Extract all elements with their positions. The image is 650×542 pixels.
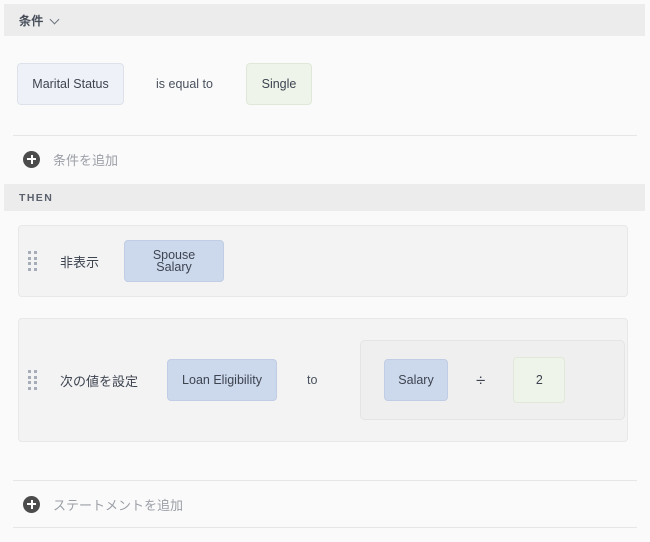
divider-below-add-statement: [13, 527, 637, 528]
plus-circle-icon: [23, 495, 40, 513]
division-operator-icon[interactable]: ÷: [476, 372, 485, 389]
add-statement-label: ステートメントを追加: [53, 497, 184, 513]
formula-box[interactable]: Salary ÷ 2: [360, 340, 625, 420]
rule-builder: 条件 Marital Status is equal to Single 条件を…: [0, 0, 650, 542]
add-condition-label: 条件を追加: [53, 152, 119, 168]
then-section-header: THEN: [4, 184, 645, 211]
then-section-title: THEN: [19, 191, 54, 204]
statement-action-label: 次の値を設定: [60, 373, 139, 389]
drag-handle-icon[interactable]: [28, 370, 38, 390]
add-statement-button[interactable]: ステートメントを追加: [0, 481, 650, 527]
statement-target-chip[interactable]: Loan Eligibility: [167, 359, 278, 401]
drag-handle-icon[interactable]: [28, 251, 38, 271]
statement-row-hide[interactable]: 非表示 Spouse Salary: [18, 225, 628, 297]
condition-row: Marital Status is equal to Single: [0, 44, 650, 124]
condition-value-chip[interactable]: Single: [245, 63, 312, 105]
if-section-title: 条件: [19, 13, 44, 28]
statement-connector-label: to: [307, 373, 318, 387]
plus-circle-icon: [23, 150, 40, 168]
if-section-header[interactable]: 条件: [4, 4, 645, 36]
condition-field-chip[interactable]: Marital Status: [17, 63, 124, 105]
formula-operand-chip[interactable]: Salary: [384, 359, 448, 401]
formula-value-chip[interactable]: 2: [513, 357, 566, 403]
add-condition-button[interactable]: 条件を追加: [0, 136, 650, 182]
statement-action-label: 非表示: [60, 254, 100, 270]
condition-operator-label[interactable]: is equal to: [156, 77, 213, 91]
statement-target-chip[interactable]: Spouse Salary: [124, 240, 225, 282]
chevron-down-icon[interactable]: [50, 15, 61, 26]
